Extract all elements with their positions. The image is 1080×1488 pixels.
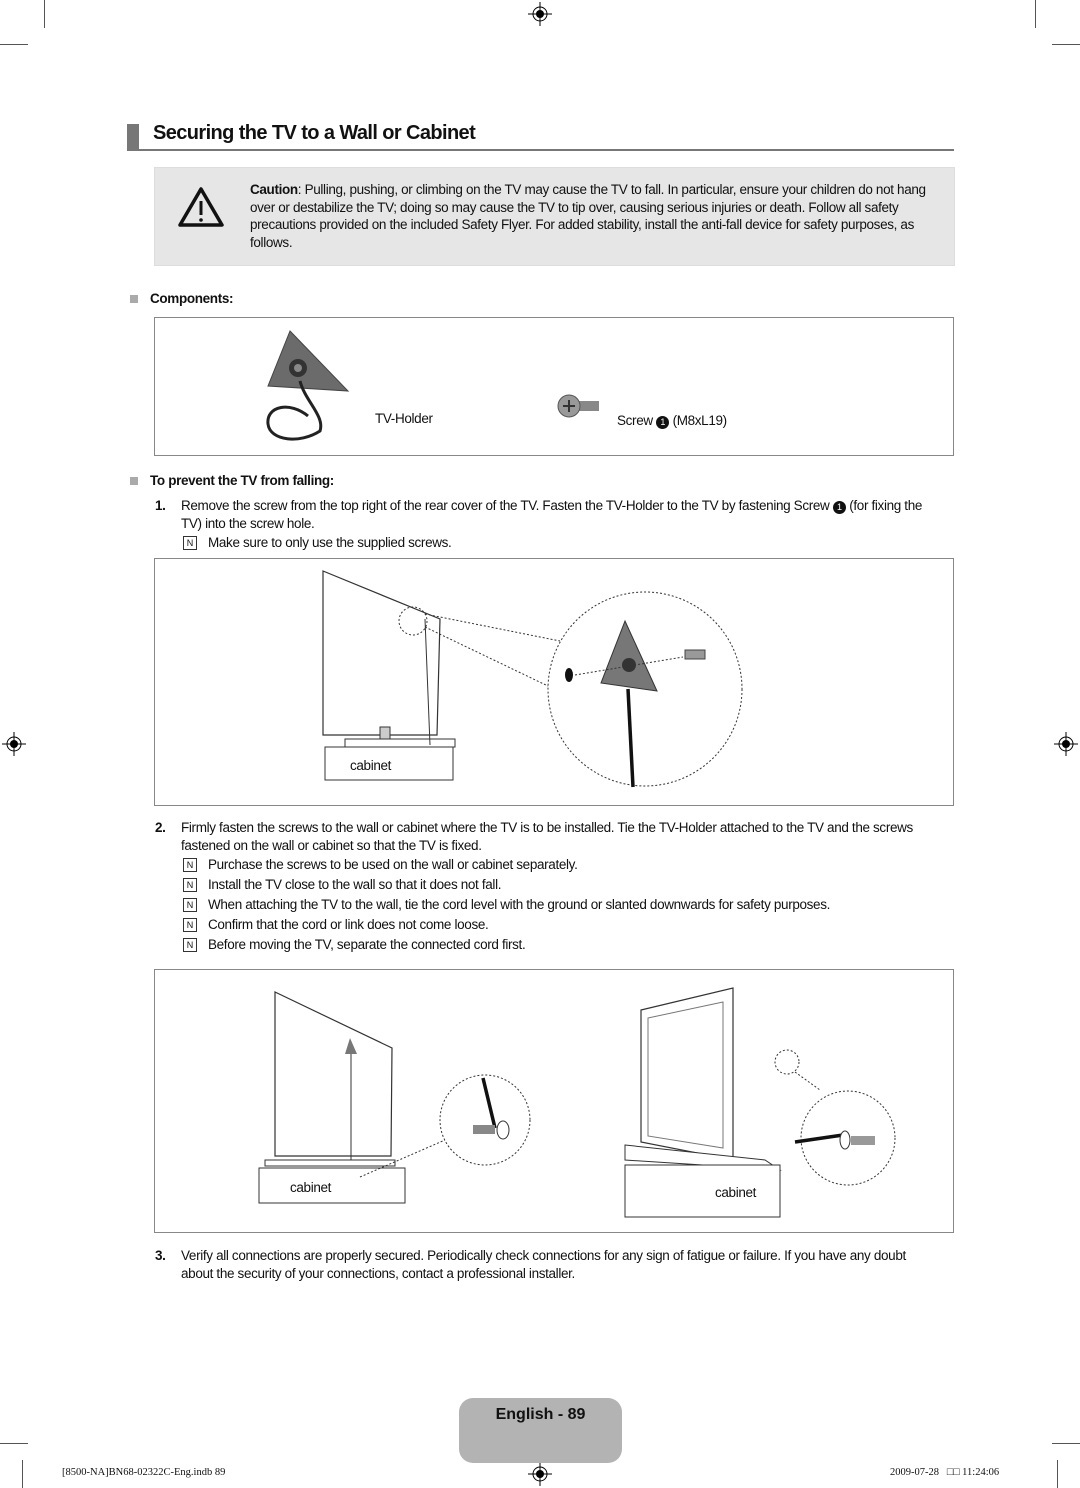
note-icon: N [183,918,197,932]
step-2-text: Firmly fasten the screws to the wall or … [181,820,913,853]
note-icon: N [183,938,197,952]
footer-file: [8500-NA]BN68-02322C-Eng.indb 89 [62,1467,226,1478]
registration-mark-icon [528,1462,552,1486]
step-number: 1. [155,498,166,513]
note: When attaching the TV to the wall, tie t… [208,897,831,912]
step-1-figure: cabinet [154,558,954,806]
page-number-tab: English - 89 [459,1398,622,1463]
crop-mark [1052,44,1080,45]
step-number: 3. [155,1248,166,1263]
note: Install the TV close to the wall so that… [208,877,502,892]
tv-holder-label: TV-Holder [375,411,433,426]
screw-spec: (M8xL19) [672,413,728,428]
note: Make sure to only use the supplied screw… [208,535,452,550]
caution-body: : Pulling, pushing, or climbing on the T… [250,182,926,250]
screw-image [557,394,599,418]
components-heading-text: Components: [150,291,234,306]
step-number: 2. [155,820,166,835]
note: Confirm that the cord or link does not c… [208,917,489,932]
warning-icon [178,187,224,227]
crop-mark [22,1460,23,1488]
note-icon: N [183,878,197,892]
bullet-icon [130,477,138,485]
cabinet-label: cabinet [715,1185,757,1200]
tv-holder-image [266,330,350,441]
components-figure: TV-Holder Screw 1 (M8xL19) [154,317,954,456]
crop-mark [0,1443,28,1444]
prevent-heading-text: To prevent the TV from falling: [150,473,334,488]
registration-mark-icon [2,732,26,756]
screw-label: Screw 1 (M8xL19) [617,412,727,430]
caution-box: Caution: Pulling, pushing, or climbing o… [154,167,955,266]
note-icon: N [183,858,197,872]
note: Purchase the screws to be used on the wa… [208,857,578,872]
note-icon: N [183,898,197,912]
caution-text: Caution: Pulling, pushing, or climbing o… [250,181,940,251]
crop-mark [1035,0,1036,28]
step-2-figure: cabinet cabinet [154,969,954,1233]
tv-holder-install-illustration [322,570,743,788]
registration-mark-icon [1054,732,1078,756]
crop-mark [0,44,28,45]
components-heading: Components: [130,290,234,308]
step-3-text: Verify all connections are properly secu… [181,1248,906,1281]
crop-mark [1057,1460,1058,1488]
footer-timestamp: 2009-07-28 □□ 11:24:06 [890,1467,1000,1478]
crop-mark [1052,1443,1080,1444]
screw-number-badge: 1 [832,501,846,514]
bullet-icon [130,295,138,303]
page-title: Securing the TV to a Wall or Cabinet [153,122,476,144]
title-divider [127,149,954,151]
note: Before moving the TV, separate the conne… [208,937,526,952]
step-1-text-a: Remove the screw from the top right of t… [181,498,833,513]
step-1-text: Remove the screw from the top right of t… [181,497,941,532]
registration-mark-icon [528,2,552,26]
screw-number-badge: 1 [656,416,670,429]
prevent-heading: To prevent the TV from falling: [130,472,334,490]
note-icon: N [183,536,197,550]
title-accent [127,124,139,150]
wall-cabinet-fixing-illustration [258,987,896,1218]
cabinet-label: cabinet [350,758,392,773]
manual-page: Securing the TV to a Wall or Cabinet Cau… [0,0,1080,1488]
cabinet-label: cabinet [290,1180,332,1195]
screw-label-text: Screw [617,413,653,428]
caution-label: Caution [250,182,298,197]
crop-mark [44,0,45,28]
